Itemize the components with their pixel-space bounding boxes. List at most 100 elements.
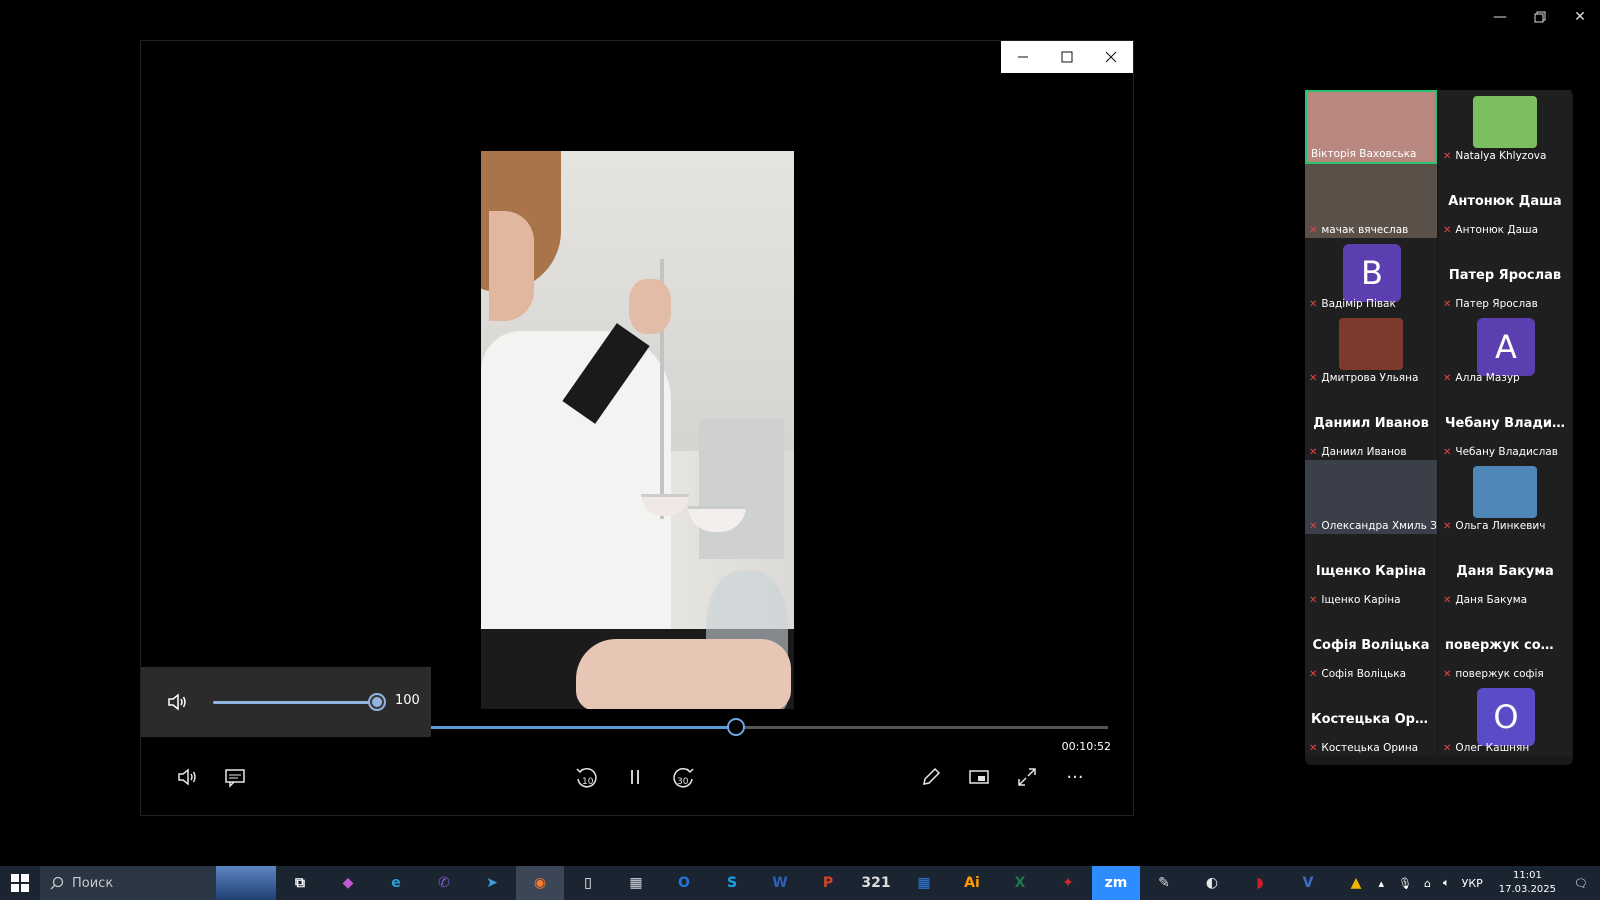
volume-slider[interactable] <box>213 695 384 709</box>
firefox-icon[interactable]: ◉ <box>516 866 564 900</box>
zoom-window-controls: — ✕ <box>1480 0 1600 34</box>
volume-thumb[interactable] <box>370 695 384 709</box>
participant-tile[interactable]: В ✕ Вадімір Півак <box>1305 238 1437 312</box>
muted-mic-icon: ✕ <box>1443 668 1452 680</box>
participant-video <box>1473 96 1537 148</box>
microphone-icon[interactable]: 🎙︎ <box>1398 877 1412 890</box>
illustrator-icon[interactable]: Ai <box>948 866 996 900</box>
participant-display-name: Софія Воліцька <box>1312 638 1430 653</box>
speaker-icon <box>178 768 196 786</box>
participant-name: Natalya Khlyzova <box>1455 150 1547 162</box>
muted-mic-icon: ✕ <box>1309 446 1318 458</box>
edit-button[interactable] <box>911 757 951 797</box>
volume-fill <box>213 701 377 704</box>
red-app-icon[interactable]: ✦ <box>1044 866 1092 900</box>
volume-button[interactable] <box>167 757 207 797</box>
participant-tile[interactable]: О ✕ Олег Кашнян <box>1439 682 1571 756</box>
player-window-controls <box>1001 41 1133 73</box>
viber-icon[interactable]: ✆ <box>420 866 468 900</box>
video-frame[interactable] <box>481 151 794 709</box>
participant-tile[interactable]: Іщенко Каріна ✕ Іщенко Каріна <box>1305 534 1437 608</box>
muted-mic-icon: ✕ <box>1309 594 1318 606</box>
close-button[interactable]: ✕ <box>1560 0 1600 34</box>
participant-avatar: О <box>1477 688 1535 746</box>
taskbar-search[interactable]: Поиск <box>40 866 216 900</box>
excel-icon[interactable]: X <box>996 866 1044 900</box>
player-close-button[interactable] <box>1089 41 1133 73</box>
skype-icon[interactable]: S <box>708 866 756 900</box>
media-player-classic-icon[interactable]: 321 <box>852 866 900 900</box>
participant-tile[interactable]: Софія Воліцька ✕ Софія Воліцька <box>1305 608 1437 682</box>
visio-icon[interactable]: V <box>1284 866 1332 900</box>
forward-button[interactable]: 30 <box>663 757 703 797</box>
rewind-button[interactable]: 10 <box>567 757 607 797</box>
clock-date: 17.03.2025 <box>1498 884 1557 895</box>
zoom-icon[interactable]: zm <box>1092 866 1140 900</box>
edge-icon[interactable]: e <box>372 866 420 900</box>
participant-label: ✕ Дмитрова Ульяна <box>1309 372 1418 384</box>
word-icon[interactable]: W <box>756 866 804 900</box>
network-icon[interactable]: ⌂ <box>1424 877 1431 890</box>
notifications-icon[interactable]: 🗨︎ <box>1574 877 1588 890</box>
clock[interactable]: 11:01 17.03.2025 <box>1499 869 1556 897</box>
tray-overflow-icon[interactable]: ▴ <box>1379 877 1385 890</box>
player-maximize-button[interactable] <box>1045 41 1089 73</box>
participant-tile[interactable]: ✕ Дмитрова Ульяна <box>1305 312 1437 386</box>
participant-tile[interactable]: повержук софія ✕ повержук софія <box>1439 608 1571 682</box>
participant-tile[interactable]: ✕ Олександра Хмиль З... <box>1305 460 1437 534</box>
muted-mic-icon: ✕ <box>1443 742 1452 754</box>
seek-thumb[interactable] <box>726 718 745 736</box>
muted-mic-icon: ✕ <box>1309 520 1318 532</box>
participant-tile[interactable]: Даниил Иванов ✕ Даниил Иванов <box>1305 386 1437 460</box>
participant-tile[interactable]: ✕ Natalya Khlyzova <box>1439 90 1571 164</box>
calculator-icon[interactable]: ▦ <box>612 866 660 900</box>
scanner-icon[interactable]: ✎ <box>1140 866 1188 900</box>
language-indicator[interactable]: УКР <box>1462 877 1483 890</box>
svg-text:10: 10 <box>582 777 594 787</box>
paint-icon[interactable]: ◐ <box>1188 866 1236 900</box>
participant-tile[interactable]: Костецька Орина ✕ Костецька Орина <box>1305 682 1437 756</box>
minimize-icon <box>1018 56 1028 58</box>
minimize-button[interactable]: — <box>1480 0 1520 34</box>
participant-label: ✕ Ольга Линкевич <box>1443 520 1545 532</box>
participant-tile[interactable]: Патер Ярослав ✕ Патер Ярослав <box>1439 238 1571 312</box>
participant-display-name: Патер Ярослав <box>1448 268 1562 283</box>
subtitles-icon <box>225 769 245 788</box>
participant-tile[interactable]: Чебану Владис... ✕ Чебану Владислав <box>1439 386 1571 460</box>
participant-tile[interactable]: ✕ мачак вячеслав <box>1305 164 1437 238</box>
outlook-icon[interactable]: O <box>660 866 708 900</box>
app-thumbnail-icon[interactable] <box>216 866 276 900</box>
participant-tile[interactable]: Вікторія Ваховська <box>1305 90 1437 164</box>
player-minimize-button[interactable] <box>1001 41 1045 73</box>
participant-tile[interactable]: Антонюк Даша ✕ Антонюк Даша <box>1439 164 1571 238</box>
more-button[interactable]: ··· <box>1055 757 1095 797</box>
restore-button[interactable] <box>1520 0 1560 34</box>
speaker-icon[interactable] <box>165 690 189 714</box>
pause-button[interactable] <box>615 757 655 797</box>
participant-tile[interactable]: Даня Бакума ✕ Даня Бакума <box>1439 534 1571 608</box>
opera-icon[interactable]: ◗ <box>1236 866 1284 900</box>
powerpoint-icon[interactable]: P <box>804 866 852 900</box>
muted-mic-icon: ✕ <box>1443 150 1452 162</box>
start-button[interactable] <box>0 866 40 900</box>
seek-bar[interactable] <box>431 718 1108 736</box>
pause-icon <box>631 770 639 784</box>
rewind-10-icon: 10 <box>576 768 597 788</box>
calendar-icon[interactable]: ▦ <box>900 866 948 900</box>
participant-tile[interactable]: ✕ Ольга Линкевич <box>1439 460 1571 534</box>
participant-name: Костецька Орина <box>1321 742 1419 754</box>
participant-tile[interactable]: А ✕ Алла Мазур <box>1439 312 1571 386</box>
windows-icon <box>11 874 29 892</box>
subtitles-button[interactable] <box>215 757 255 797</box>
task-view-icon[interactable]: ⧉ <box>276 866 324 900</box>
search-placeholder: Поиск <box>72 875 114 891</box>
volume-icon[interactable]: 🔈︎ <box>1443 876 1450 890</box>
participant-label: ✕ мачак вячеслав <box>1309 224 1408 236</box>
file-icon[interactable]: ▯ <box>564 866 612 900</box>
participant-video <box>1339 318 1403 370</box>
miniplayer-button[interactable] <box>959 757 999 797</box>
telegram-icon[interactable]: ➤ <box>468 866 516 900</box>
copilot-icon[interactable]: ◆ <box>324 866 372 900</box>
participant-display-name: Даниил Иванов <box>1313 416 1429 431</box>
fullscreen-button[interactable] <box>1007 757 1047 797</box>
